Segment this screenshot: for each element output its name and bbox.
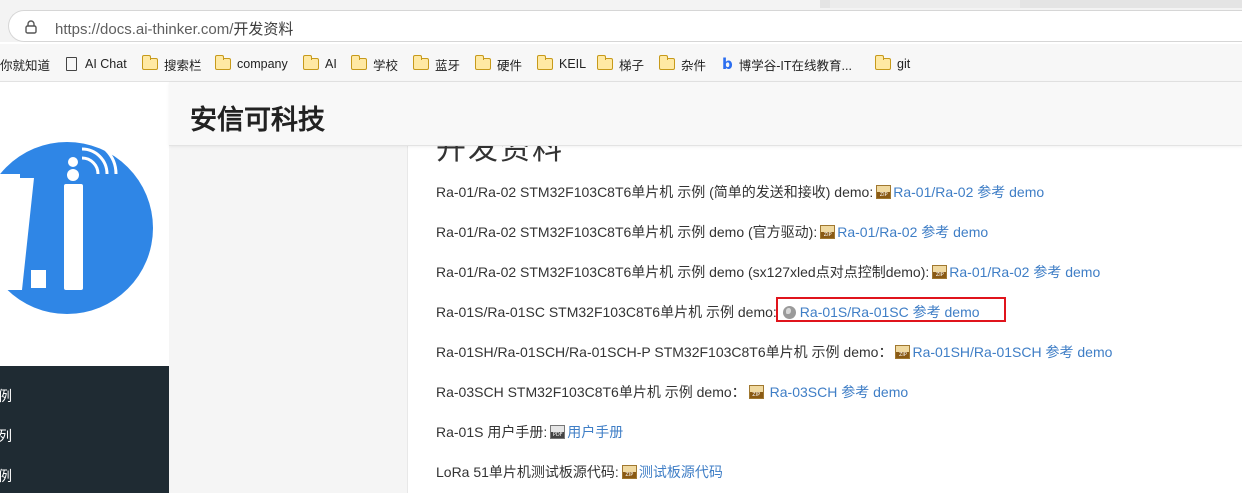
resource-desc: Ra-01/Ra-02 STM32F103C8T6单片机 示例 demo (官方… [436, 224, 818, 240]
sidebar-nav: 例 列 例 [0, 366, 169, 493]
resource-link[interactable]: Ra-03SCH 参考 demo [770, 382, 909, 402]
main-content: 开发资料 Ra-01/Ra-02 STM32F103C8T6单片机 示例 (简单… [407, 146, 1242, 493]
resource-row: Ra-01/Ra-02 STM32F103C8T6单片机 示例 demo (官方… [436, 222, 988, 242]
resource-row: Ra-03SCH STM32F103C8T6单片机 示例 demo： Ra-03… [436, 382, 908, 402]
resource-link[interactable]: Ra-01/Ra-02 参考 demo [949, 262, 1100, 282]
bookmark-folder[interactable]: company [214, 55, 288, 73]
resource-desc: Ra-03SCH STM32F103C8T6单片机 示例 demo： [436, 384, 746, 400]
bookmark-folder[interactable]: 硬件 [474, 55, 523, 73]
bookmark-label: 蓝牙 [435, 58, 461, 73]
bookmark-folder[interactable]: 杂件 [658, 55, 707, 73]
resource-desc: Ra-01/Ra-02 STM32F103C8T6单片机 示例 demo (sx… [436, 264, 930, 280]
site-logo[interactable] [0, 82, 169, 366]
resource-link[interactable]: 测试板源代码 [639, 462, 723, 482]
zip-icon [876, 185, 892, 199]
resource-row: Ra-01/Ra-02 STM32F103C8T6单片机 示例 (简单的发送和接… [436, 182, 1044, 202]
bookmark-label: git [897, 57, 911, 71]
bookmark-folder[interactable]: 蓝牙 [412, 55, 461, 73]
folder-icon [874, 55, 891, 70]
bookmark-folder[interactable]: 梯子 [596, 55, 645, 73]
bookmark-label: 硬件 [497, 58, 523, 73]
bookmark-label: 杂件 [681, 58, 707, 73]
page-icon [66, 57, 77, 71]
folder-icon [214, 55, 231, 70]
pdf-icon [550, 425, 566, 439]
sidebar-gutter [169, 146, 407, 493]
bookmark-folder[interactable]: 学校 [350, 55, 399, 73]
resource-desc: Ra-01SH/Ra-01SCH/Ra-01SCH-P STM32F103C8T… [436, 344, 893, 360]
folder-icon [350, 55, 367, 70]
sidebar-item[interactable]: 例 [0, 466, 12, 486]
tab-strip [0, 0, 1242, 8]
folder-icon [474, 55, 491, 70]
browser-toolbar: https://docs.ai-thinker.com/开发资料 [0, 0, 1242, 42]
resource-link[interactable]: Ra-01/Ra-02 参考 demo [837, 222, 988, 242]
folder-icon [658, 55, 675, 70]
bookmark-label: KEIL [559, 57, 587, 71]
address-bar[interactable]: https://docs.ai-thinker.com/开发资料 [8, 10, 1242, 42]
folder-icon [536, 55, 553, 70]
resource-row: LoRa 51单片机测试板源代码: 测试板源代码 [436, 462, 723, 482]
zip-icon [895, 345, 911, 359]
resource-link[interactable]: Ra-01SH/Ra-01SCH 参考 demo [912, 342, 1112, 362]
resource-link[interactable]: 用户手册 [567, 422, 623, 442]
zip-icon [932, 265, 948, 279]
lock-icon[interactable] [25, 20, 37, 34]
url-host: https://docs.ai-thinker.com/ [55, 21, 234, 38]
site-title[interactable]: 安信可科技 [190, 98, 325, 137]
folder-icon [412, 55, 429, 70]
site-header: 安信可科技 [169, 82, 1242, 146]
bookmark-label: 学校 [373, 58, 399, 73]
bing-icon: b [722, 55, 733, 73]
bookmark-folder[interactable]: AI [302, 55, 337, 73]
sidebar-item[interactable]: 例 [0, 386, 12, 406]
resource-link[interactable]: Ra-01/Ra-02 参考 demo [893, 182, 1044, 202]
site-logo-area [0, 82, 169, 366]
folder-icon [596, 55, 613, 70]
bookmark-label: company [237, 57, 288, 71]
resource-desc: Ra-01/Ra-02 STM32F103C8T6单片机 示例 (简单的发送和接… [436, 184, 874, 200]
resource-row: Ra-01S 用户手册: 用户手册 [436, 422, 623, 442]
folder-icon [141, 55, 158, 70]
bookmark-item[interactable]: b 博学谷-IT在线教育... [722, 55, 852, 73]
bookmark-label: AI [325, 57, 337, 71]
bookmark-folder[interactable]: git [874, 55, 911, 73]
bookmark-label: 博学谷-IT在线教育... [738, 58, 852, 73]
zip-icon [748, 385, 764, 399]
tab-active[interactable] [0, 0, 820, 8]
url-text[interactable]: https://docs.ai-thinker.com/开发资料 [55, 18, 293, 39]
tab-other[interactable] [830, 0, 1020, 8]
resource-row: Ra-01SH/Ra-01SCH/Ra-01SCH-P STM32F103C8T… [436, 342, 1112, 362]
page-title: 开发资料 [436, 146, 564, 166]
bookmarks-bar: 你就知道 AI Chat 搜索栏 company AI 学校 蓝牙 硬件 KEI… [0, 44, 1242, 82]
zip-icon [820, 225, 836, 239]
url-path: 开发资料 [233, 21, 294, 38]
resource-desc: LoRa 51单片机测试板源代码: [436, 464, 619, 480]
highlight-box [776, 297, 1006, 322]
zip-icon [621, 465, 637, 479]
resource-desc: Ra-01S/Ra-01SC STM32F103C8T6单片机 示例 demo: [436, 304, 777, 320]
bookmark-item[interactable]: 你就知道 [0, 55, 50, 73]
bookmark-label: AI Chat [85, 57, 127, 71]
bookmark-item[interactable]: AI Chat [66, 55, 127, 73]
bookmark-label: 梯子 [619, 58, 645, 73]
resource-desc: Ra-01S 用户手册: [436, 424, 548, 440]
resource-row: Ra-01/Ra-02 STM32F103C8T6单片机 示例 demo (sx… [436, 262, 1100, 282]
bookmark-folder[interactable]: 搜索栏 [141, 55, 202, 73]
bookmark-folder[interactable]: KEIL [536, 55, 587, 73]
folder-icon [302, 55, 319, 70]
sidebar-item[interactable]: 列 [0, 426, 12, 446]
bookmark-label: 搜索栏 [164, 58, 202, 73]
bookmark-label: 你就知道 [0, 58, 51, 73]
